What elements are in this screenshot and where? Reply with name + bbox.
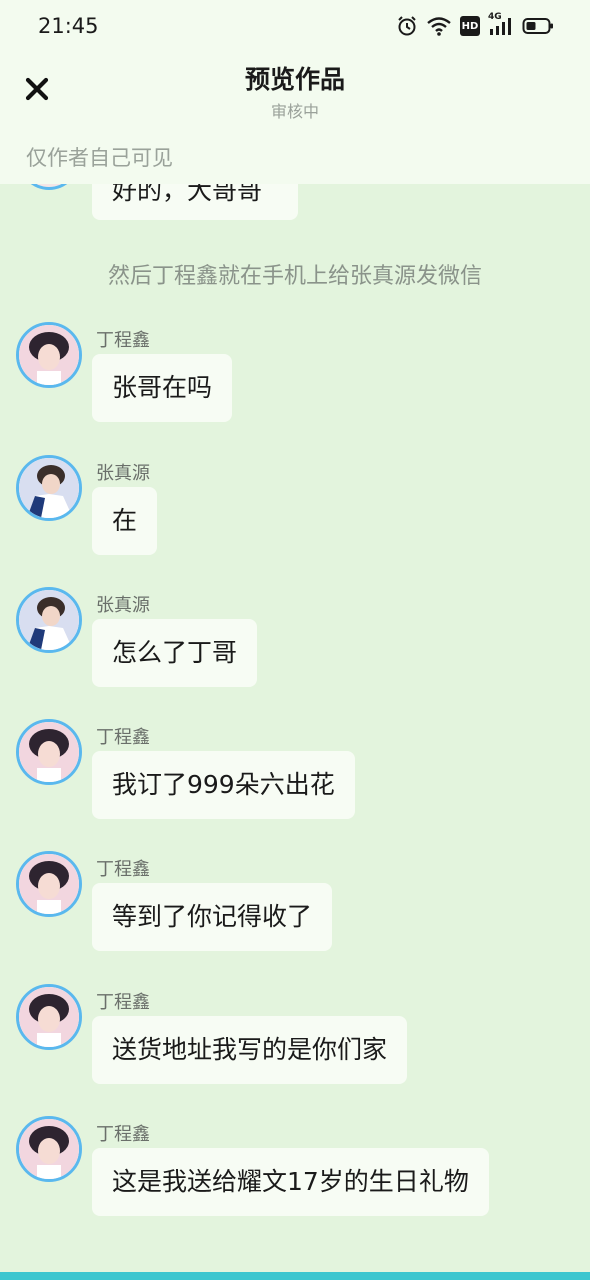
- sender-name: 丁程鑫: [96, 1124, 150, 1145]
- battery-icon: [522, 18, 553, 34]
- sender-name: 丁程鑫: [96, 330, 150, 351]
- sender-name: 丁程鑫: [96, 727, 150, 748]
- avatar[interactable]: [16, 984, 82, 1050]
- avatar-ding-icon: [19, 1119, 79, 1179]
- avatar[interactable]: [16, 587, 82, 653]
- sender-name: 丁程鑫: [96, 859, 150, 880]
- sender-name: 张真源: [96, 595, 150, 616]
- sender-name: 丁程鑫: [96, 992, 150, 1013]
- hd-icon: HD: [460, 16, 480, 36]
- message-bubble: 送货地址我写的是你们家: [92, 1016, 408, 1084]
- avatar-ding-icon: [19, 722, 79, 782]
- narration-text: 然后丁程鑫就在手机上给张真源发微信: [107, 264, 482, 289]
- avatar-ding-icon: [19, 325, 79, 385]
- avatar-zhang-icon: [19, 458, 79, 518]
- review-status: 审核中: [270, 102, 319, 121]
- chat-area[interactable]: 好的，大哥哥 然后丁程鑫就在手机上给张真源发微信 丁程鑫 张哥在吗 张真源 在 …: [0, 0, 590, 1272]
- visibility-note: 仅作者自己可见: [26, 146, 173, 170]
- signal-4g-icon: 4G: [488, 12, 514, 37]
- avatar[interactable]: [16, 455, 82, 521]
- avatar-ding-icon: [19, 987, 79, 1047]
- status-icons: HD 4G: [396, 12, 554, 38]
- preview-page: 好的，大哥哥 然后丁程鑫就在手机上给张真源发微信 丁程鑫 张哥在吗 张真源 在 …: [0, 0, 590, 1280]
- avatar[interactable]: [16, 851, 82, 917]
- avatar-ding-icon: [19, 854, 79, 914]
- message-bubble: 怎么了丁哥: [92, 619, 258, 687]
- message-bubble: 这是我送给耀文17岁的生日礼物: [92, 1148, 489, 1216]
- alarm-icon: [398, 16, 416, 36]
- avatar-zhang-icon: [19, 590, 79, 650]
- message-bubble: 张哥在吗: [92, 354, 233, 422]
- avatar[interactable]: [16, 719, 82, 785]
- message-bubble: 我订了999朵六出花: [92, 751, 355, 819]
- message-bubble: 等到了你记得收了: [92, 883, 333, 951]
- wifi-icon: [427, 17, 451, 36]
- page-title: 预览作品: [244, 65, 345, 94]
- bottom-accent-bar: [0, 1272, 590, 1280]
- avatar[interactable]: [16, 1116, 82, 1182]
- message-bubble: 在: [92, 487, 158, 555]
- avatar[interactable]: [16, 322, 82, 388]
- header: 21:45 HD 4G 预览作品 审核中 仅作者自己可见: [0, 0, 590, 184]
- status-bar: 21:45 HD 4G: [0, 0, 590, 52]
- sender-name: 张真源: [96, 463, 150, 484]
- status-time: 21:45: [38, 14, 99, 38]
